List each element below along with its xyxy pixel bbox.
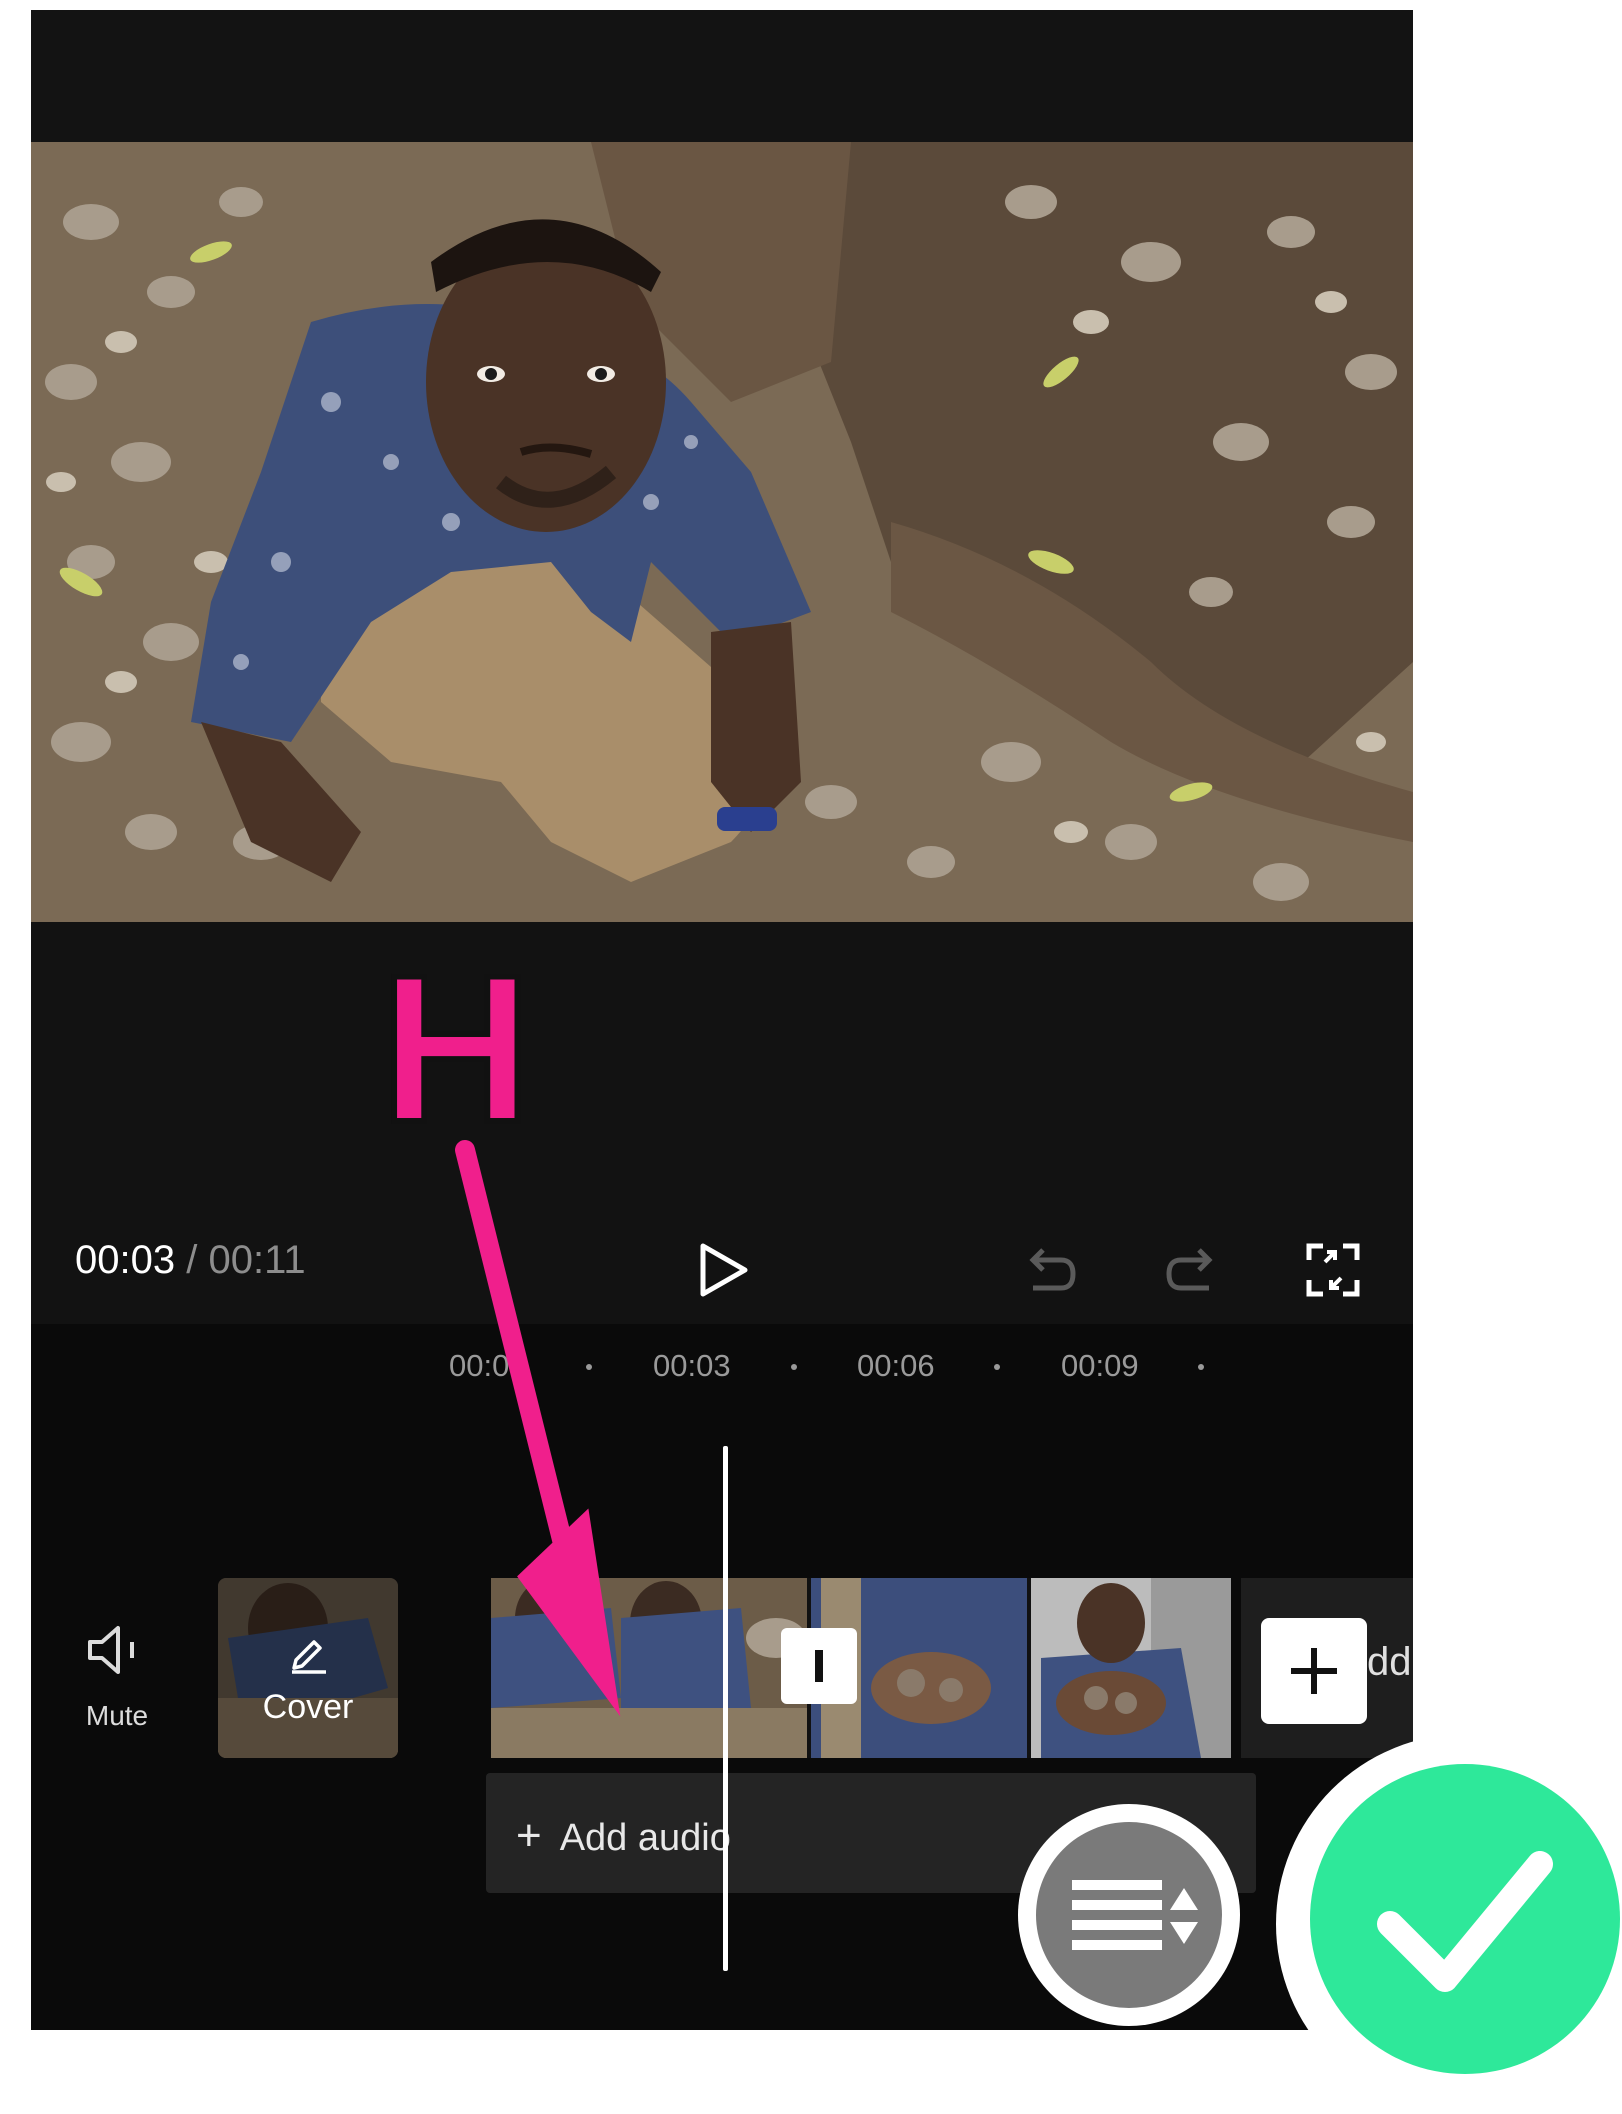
- confirm-inner: [1310, 1764, 1620, 2074]
- video-editor-app: 00:03 / 00:11 00:00 00:03 00:06 00:09 Mu…: [31, 10, 1413, 2030]
- play-icon[interactable]: [691, 1240, 751, 1300]
- undo-icon[interactable]: [1021, 1240, 1081, 1300]
- add-clip-label: dd: [1367, 1640, 1412, 1684]
- fullscreen-icon[interactable]: [1303, 1240, 1363, 1300]
- plus-icon: +: [516, 1811, 542, 1860]
- cover-label: Cover: [262, 1688, 354, 1726]
- tick-label: 00:00: [449, 1348, 527, 1383]
- list-sort-icon: [1072, 1880, 1198, 1950]
- tick-label: 00:03: [653, 1348, 731, 1383]
- playhead[interactable]: [723, 1446, 728, 1971]
- time-display: 00:03 / 00:11: [75, 1238, 306, 1283]
- checkmark-icon: [1377, 1851, 1553, 1992]
- clip-segment: [491, 1578, 811, 1758]
- tick-dot: [586, 1364, 592, 1370]
- playback-controls: 00:03 / 00:11: [31, 1210, 1413, 1340]
- mute-button[interactable]: Mute: [57, 1610, 177, 1731]
- video-track[interactable]: dd: [491, 1578, 1413, 1758]
- tick-label: 00:09: [1061, 1348, 1139, 1383]
- clip-segment: [1031, 1578, 1231, 1758]
- time-separator: /: [186, 1238, 198, 1282]
- tick-dot: [1198, 1364, 1204, 1370]
- confirm-button[interactable]: [1276, 1734, 1622, 2114]
- menu-sort-inner: [1036, 1822, 1222, 2008]
- add-audio-label: Add audio: [559, 1817, 731, 1859]
- total-time: 00:11: [208, 1238, 306, 1282]
- timeline-ruler[interactable]: 00:00 00:03 00:06 00:09: [31, 1328, 1413, 1418]
- video-frame-image: [31, 142, 1413, 922]
- current-time: 00:03: [75, 1238, 176, 1282]
- plus-icon: [1291, 1648, 1337, 1694]
- tick-dot: [994, 1364, 1000, 1370]
- menu-sort-button[interactable]: [1018, 1804, 1240, 2026]
- video-preview[interactable]: [31, 142, 1413, 922]
- tick-dot: [791, 1364, 797, 1370]
- mute-label: Mute: [85, 1700, 149, 1731]
- cover-button[interactable]: Cover: [218, 1578, 398, 1758]
- tick-label: 00:06: [857, 1348, 935, 1383]
- annotation-letter: H: [377, 931, 535, 1166]
- split-handle-icon[interactable]: [781, 1628, 857, 1704]
- redo-icon[interactable]: [1161, 1240, 1221, 1300]
- add-audio-label-wrap: + Add audio: [516, 1811, 731, 1861]
- add-clip-button[interactable]: [1261, 1618, 1367, 1724]
- top-bar: [31, 10, 1413, 142]
- pencil-icon: [292, 1640, 326, 1674]
- speaker-icon: [88, 1626, 134, 1674]
